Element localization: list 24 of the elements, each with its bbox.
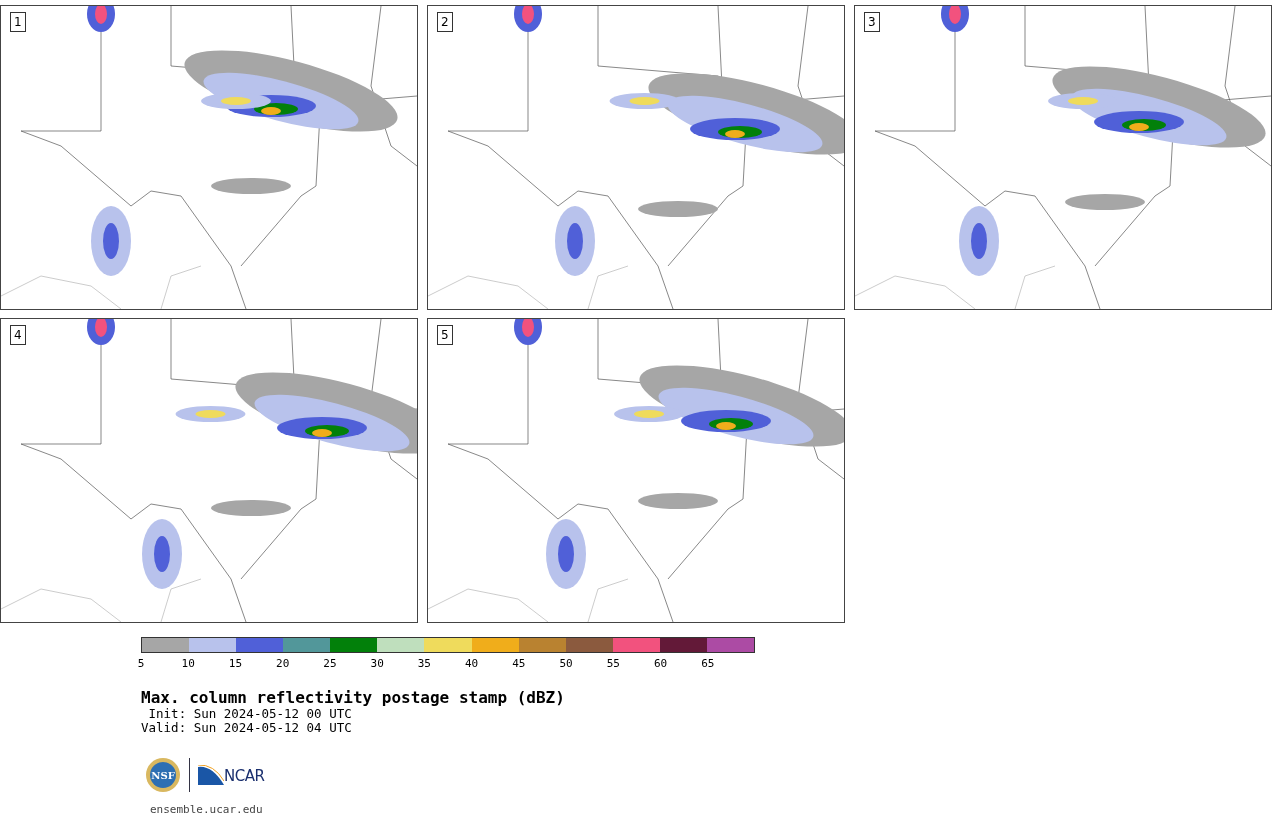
scale-tick-label: 25	[323, 658, 337, 670]
init-time: Init: Sun 2024-05-12 00 UTC	[147, 707, 353, 721]
panel-number: 1	[10, 12, 26, 32]
chart-title: Max. column reflectivity postage stamp (dBZ)	[141, 689, 566, 707]
valid-time: Valid: Sun 2024-05-12 04 UTC	[141, 721, 353, 735]
panel-number: 2	[437, 12, 453, 32]
scale-tick-label: 65	[701, 658, 715, 670]
scale-tick-label: 55	[606, 658, 620, 670]
scale-tick-label: 45	[512, 658, 526, 670]
scale-tick-label: 10	[181, 658, 195, 670]
panel-number: 3	[864, 12, 880, 32]
scale-tick-label: 40	[465, 658, 479, 670]
panel-number: 4	[10, 325, 26, 345]
scale-tick-label: 60	[653, 658, 668, 670]
scale-tick-label: 20	[276, 658, 290, 670]
nsf-logo: NSF	[145, 757, 181, 793]
scale-tick-label: 15	[228, 658, 243, 670]
panel-number: 5	[437, 325, 453, 345]
ncar-logo: NCAR	[198, 765, 265, 785]
website-url: ensemble.ucar.edu	[150, 803, 264, 815]
scale-tick-label: 35	[417, 658, 431, 670]
scale-tick-label: 5	[137, 658, 145, 670]
scale-tick-label: 30	[370, 658, 384, 670]
scale-tick-label: 50	[559, 658, 573, 670]
